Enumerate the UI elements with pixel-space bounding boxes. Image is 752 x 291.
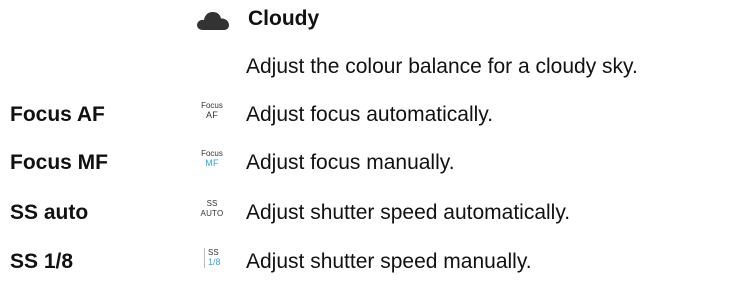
- ss-auto-icon-top: SS: [206, 199, 218, 208]
- cloudy-section: Cloudy: [0, 0, 752, 40]
- list-item-ss-auto: SS auto SS AUTO Adjust shutter speed aut…: [0, 195, 752, 235]
- focus-af-icon: Focus AF: [197, 101, 227, 121]
- ss-manual-icon-bottom: 1/8: [208, 257, 221, 267]
- term-focus-af: Focus AF: [10, 103, 105, 126]
- focus-af-icon-bottom: AF: [206, 110, 218, 120]
- term-ss-auto: SS auto: [10, 201, 89, 224]
- cloudy-description: Adjust the colour balance for a cloudy s…: [246, 55, 638, 78]
- ss-manual-icon: SS 1/8: [204, 248, 224, 268]
- description-focus-mf: Adjust focus manually.: [246, 151, 455, 174]
- description-ss-auto: Adjust shutter speed automatically.: [246, 201, 571, 224]
- cloudy-description-row: Adjust the colour balance for a cloudy s…: [0, 49, 752, 89]
- list-item-focus-af: Focus AF Focus AF Adjust focus automatic…: [0, 97, 752, 137]
- focus-mf-icon-bottom: MF: [205, 158, 219, 168]
- ss-manual-icon-top: SS: [208, 248, 219, 257]
- ss-auto-icon: SS AUTO: [197, 199, 227, 219]
- focus-mf-icon-top: Focus: [201, 149, 223, 158]
- cloudy-title: Cloudy: [248, 7, 320, 30]
- list-item-ss-1-8: SS 1/8 SS 1/8 Adjust shutter speed manua…: [0, 244, 752, 284]
- focus-af-icon-top: Focus: [201, 101, 223, 110]
- description-ss-1-8: Adjust shutter speed manually.: [246, 250, 532, 273]
- term-ss-1-8: SS 1/8: [10, 250, 74, 273]
- description-focus-af: Adjust focus automatically.: [246, 103, 494, 126]
- focus-mf-icon: Focus MF: [197, 149, 227, 169]
- list-item-focus-mf: Focus MF Focus MF Adjust focus manually.: [0, 145, 752, 185]
- ss-auto-icon-bottom: AUTO: [200, 209, 224, 218]
- term-focus-mf: Focus MF: [10, 151, 108, 174]
- cloud-icon: [197, 11, 229, 30]
